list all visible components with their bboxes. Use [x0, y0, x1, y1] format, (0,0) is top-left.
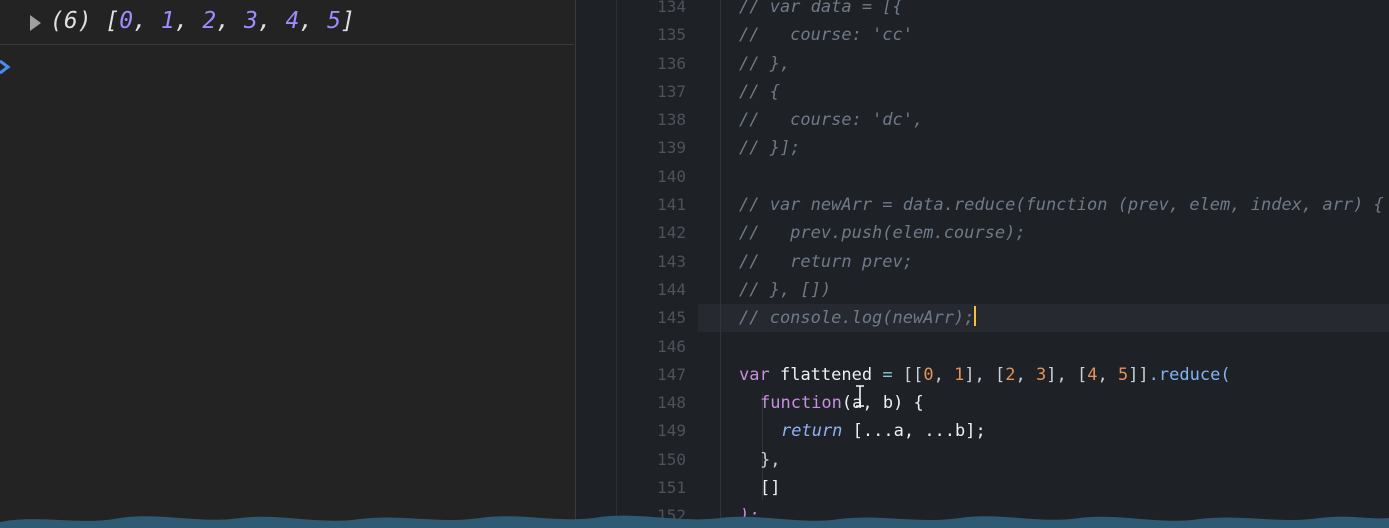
- code-line-138: // course: 'dc',: [739, 110, 924, 130]
- keyword-return: return: [781, 421, 843, 441]
- array-separator: ,: [257, 8, 286, 34]
- array-value: 0: [119, 8, 134, 34]
- number-literal: 2: [1005, 365, 1016, 385]
- line-number: 139: [657, 138, 686, 157]
- line-number: 147: [657, 365, 686, 384]
- code-line-149: return [...a, ...b];: [781, 417, 986, 445]
- line-number: 150: [657, 450, 686, 469]
- array-value: 1: [160, 8, 175, 34]
- number-literal: 1: [954, 365, 965, 385]
- line-number: 149: [657, 421, 686, 440]
- number-literal: 0: [923, 365, 934, 385]
- code-line-148: function(a, b) {: [760, 389, 924, 417]
- code-line-136: // },: [739, 54, 791, 74]
- mouse-ibeam-cursor-icon: [856, 385, 864, 407]
- line-number: 140: [657, 167, 686, 186]
- array-separator: ,: [299, 8, 328, 34]
- line-number: 146: [657, 337, 686, 356]
- console-panel: (6) [0, 1, 2, 3, 4, 5]: [0, 0, 576, 528]
- code-line-142: // prev.push(elem.course);: [739, 223, 1026, 243]
- array-value: 2: [202, 8, 217, 34]
- line-number: 137: [657, 82, 686, 101]
- code-line-134: // var data = [{: [739, 0, 903, 17]
- code-line-151: []: [760, 478, 781, 498]
- code-line-141: // var newArr = data.reduce(function (pr…: [739, 195, 1384, 215]
- bottom-wave-decoration: [0, 515, 1389, 528]
- array-separator: ,: [133, 8, 161, 34]
- line-number: 145: [657, 308, 686, 327]
- array-separator: ,: [174, 8, 203, 34]
- line-number: 151: [657, 478, 686, 497]
- code-line-143: // return prev;: [739, 252, 913, 272]
- line-number: 135: [657, 25, 686, 44]
- line-number: 144: [657, 280, 686, 299]
- code-line-147: var flattened = [[0, 1], [2, 3], [4, 5]]…: [739, 365, 1231, 385]
- array-count: (6): [50, 8, 92, 34]
- array-preview: (6) [0, 1, 2, 3, 4, 5]: [50, 8, 355, 34]
- comment-text: // console.log(newArr);: [739, 308, 975, 328]
- text-cursor: [974, 306, 977, 326]
- line-number: 148: [657, 393, 686, 412]
- line-number-gutter: 134 135 136 137 138 139 140 141 142 143 …: [576, 0, 696, 528]
- expand-triangle-icon[interactable]: [30, 15, 41, 31]
- indent-guide: [720, 0, 721, 528]
- console-prompt-chevron-icon[interactable]: [0, 58, 14, 76]
- number-literal: 5: [1117, 365, 1129, 385]
- array-separator: ,: [216, 8, 244, 34]
- code-editor[interactable]: 134 135 136 137 138 139 140 141 142 143 …: [576, 0, 1389, 528]
- identifier-flattened: flattened: [779, 365, 873, 385]
- keyword-function: function: [760, 393, 842, 413]
- code-line-139: // }];: [739, 138, 801, 158]
- line-number: 143: [657, 252, 686, 271]
- line-number: 136: [657, 54, 686, 73]
- code-line-150: },: [760, 450, 781, 470]
- code-line-137: // {: [739, 82, 780, 102]
- array-value: 4: [285, 8, 300, 34]
- keyword-var: var: [739, 365, 770, 385]
- array-value: 3: [243, 8, 258, 34]
- line-number: 141: [657, 195, 686, 214]
- array-value: 5: [327, 8, 341, 34]
- code-line-144: // }, []): [739, 280, 832, 300]
- array-open-bracket: [: [105, 8, 120, 34]
- number-literal: 3: [1036, 365, 1047, 385]
- number-literal: 4: [1087, 365, 1098, 385]
- bracket-open: [[: [902, 365, 924, 385]
- gutter-divider: [616, 0, 617, 528]
- line-number: 142: [657, 223, 686, 242]
- method-reduce: .reduce(: [1148, 365, 1231, 385]
- console-log-entry[interactable]: (6) [0, 1, 2, 3, 4, 5]: [0, 0, 574, 45]
- line-number: 138: [657, 110, 686, 129]
- array-close-bracket: ]: [340, 8, 355, 34]
- code-line-135: // course: 'cc': [739, 25, 913, 45]
- code-line-145: // console.log(newArr);: [739, 304, 977, 332]
- spread-expression: [...a, ...b];: [852, 421, 986, 441]
- line-number: 134: [657, 0, 686, 16]
- operator-equals: =: [882, 365, 893, 385]
